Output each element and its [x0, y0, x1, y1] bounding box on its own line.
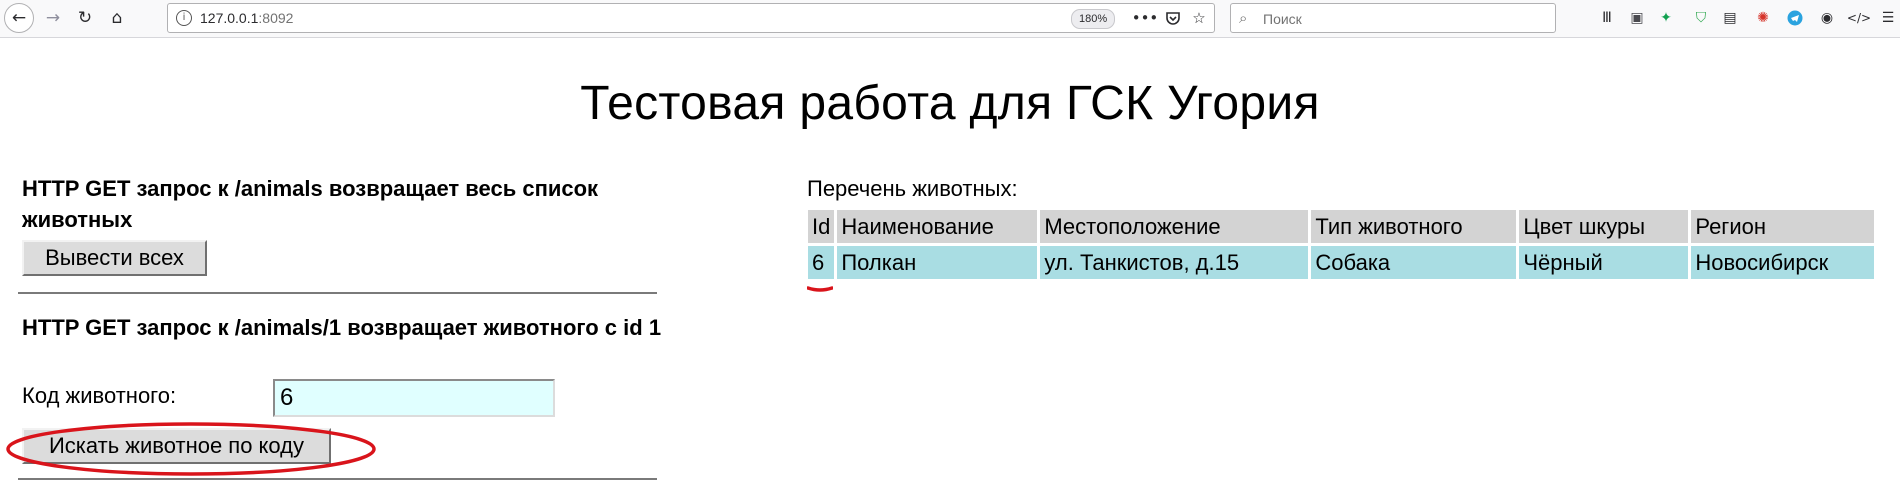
cell-color: Чёрный [1519, 246, 1689, 279]
address-bar[interactable]: i 127.0.0.1:8092 180% ••• ☆ [167, 3, 1215, 33]
library-icon[interactable]: Ⅲ [1597, 8, 1617, 28]
section-divider [18, 292, 657, 294]
shield-icon[interactable]: ⛉ [1691, 8, 1711, 28]
search-placeholder: Поиск [1263, 11, 1302, 27]
animal-code-input[interactable] [273, 379, 555, 417]
info-icon[interactable]: i [176, 10, 192, 26]
column-header-type: Тип животного [1311, 210, 1517, 243]
search-bar[interactable]: ⌕ Поиск [1230, 3, 1556, 33]
zoom-level[interactable]: 180% [1071, 9, 1116, 29]
browser-toolbar: ← → ↻ ⌂ i 127.0.0.1:8092 180% ••• ☆ ⌕ По… [0, 0, 1900, 38]
more-icon[interactable]: ••• [1132, 7, 1159, 29]
extension-green-icon[interactable]: ✦ [1656, 8, 1676, 28]
back-arrow-icon[interactable]: ← [4, 3, 34, 33]
forward-arrow-icon[interactable]: → [40, 5, 66, 31]
account-icon[interactable]: ◉ [1817, 8, 1837, 28]
reload-icon[interactable]: ↻ [72, 5, 98, 31]
column-header-location: Местоположение [1040, 210, 1309, 243]
url-text[interactable]: 127.0.0.1:8092 [200, 10, 293, 26]
section-heading-by-id: HTTP GET запрос к /animals/1 возвращает … [22, 315, 662, 340]
cell-id: 6 [808, 246, 835, 279]
section-divider [18, 478, 657, 480]
cell-location: ул. Танкистов, д.15 [1040, 246, 1309, 279]
reader-icon[interactable]: ▤ [1720, 8, 1740, 28]
cell-type: Собака [1311, 246, 1517, 279]
extension-colorful-icon[interactable]: ✺ [1753, 8, 1773, 28]
menu-icon[interactable]: ☰ [1878, 8, 1898, 28]
column-header-region: Регион [1691, 210, 1875, 243]
animal-code-label: Код животного: [22, 383, 177, 408]
home-icon[interactable]: ⌂ [104, 5, 130, 31]
show-all-button[interactable]: Вывести всех [22, 240, 207, 276]
column-header-name: Наименование [837, 210, 1038, 243]
search-by-code-button[interactable]: Искать животное по коду [22, 428, 331, 464]
list-caption: Перечень животных: [807, 176, 1018, 201]
column-header-id: Id [808, 210, 835, 243]
devtools-icon[interactable]: </> [1847, 8, 1871, 28]
screenshot-icon[interactable]: ▣ [1627, 8, 1647, 28]
pocket-icon[interactable] [1162, 7, 1184, 29]
telegram-icon[interactable] [1785, 8, 1805, 28]
column-header-color: Цвет шкуры [1519, 210, 1689, 243]
animals-table: Id Наименование Местоположение Тип живот… [805, 207, 1877, 282]
cell-name: Полкан [837, 246, 1038, 279]
annotation-underline-stroke [807, 286, 833, 292]
star-icon[interactable]: ☆ [1188, 7, 1210, 29]
table-row: 6 Полкан ул. Танкистов, д.15 Собака Чёрн… [808, 246, 1875, 279]
table-header-row: Id Наименование Местоположение Тип живот… [808, 210, 1875, 243]
section-heading-all: HTTP GET запрос к /animals возвращает ве… [22, 176, 599, 232]
red-underline-annotation [807, 286, 833, 292]
search-icon: ⌕ [1239, 9, 1248, 27]
page-title: Тестовая работа для ГСК Угория [580, 77, 1320, 130]
cell-region: Новосибирск [1691, 246, 1875, 279]
